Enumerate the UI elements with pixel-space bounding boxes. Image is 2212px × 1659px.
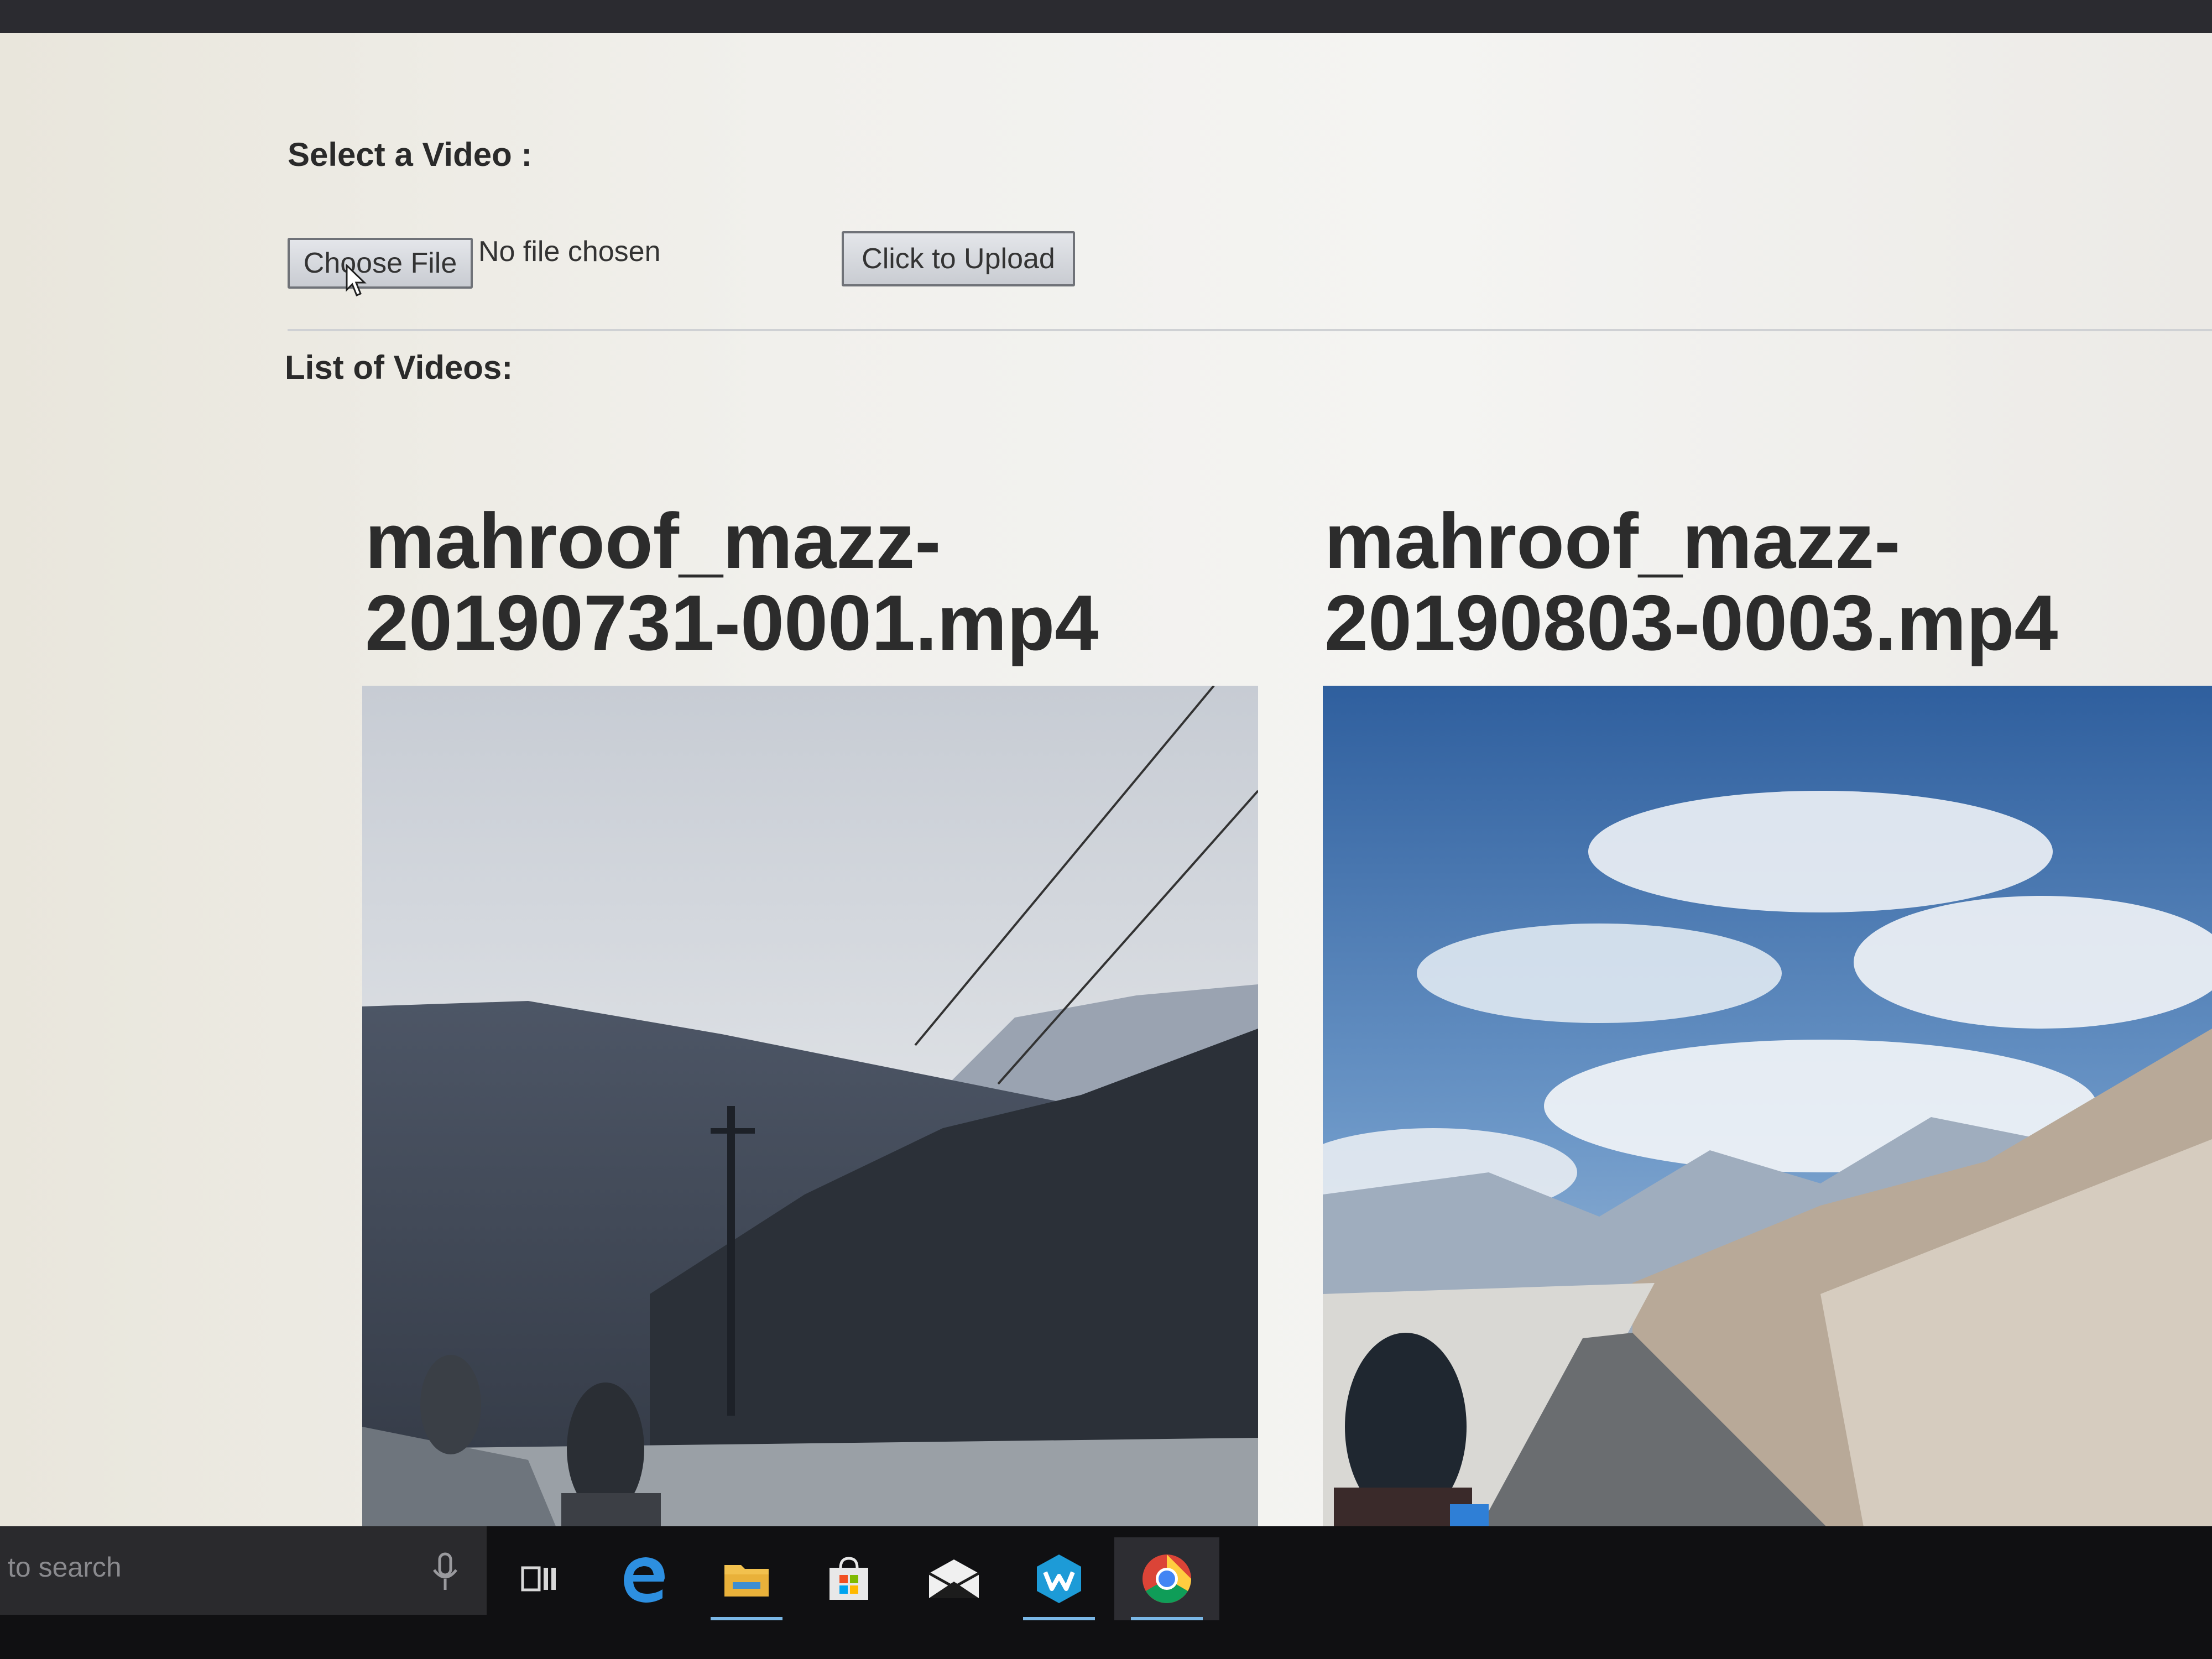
video-player[interactable]	[362, 686, 1258, 1593]
video-player[interactable]	[1323, 686, 2212, 1593]
video-title: mahroof_mazz-20190803-0003.mp4	[1324, 497, 2058, 667]
screen: Select a Video : Choose File No file cho…	[0, 0, 2212, 1659]
task-view-icon[interactable]	[487, 1537, 592, 1620]
no-file-status: No file chosen	[478, 236, 661, 268]
video-thumbnail	[362, 686, 1258, 1593]
video-thumbnail	[1323, 686, 2212, 1593]
microphone-icon[interactable]	[429, 1551, 462, 1593]
wps-icon[interactable]	[1006, 1537, 1112, 1620]
active-indicator	[711, 1617, 782, 1620]
upload-button[interactable]: Click to Upload	[842, 231, 1075, 286]
file-explorer-icon[interactable]	[694, 1537, 799, 1620]
video-title: mahroof_mazz-20190731-0001.mp4	[365, 497, 1099, 667]
edge-icon[interactable]	[592, 1537, 697, 1620]
section-divider	[288, 329, 2212, 331]
web-page: Select a Video : Choose File No file cho…	[0, 33, 2212, 1593]
store-icon[interactable]	[796, 1537, 901, 1620]
mail-icon[interactable]	[901, 1537, 1006, 1620]
active-indicator	[1131, 1617, 1203, 1620]
search-placeholder: to search	[8, 1552, 122, 1583]
choose-file-button[interactable]: Choose File	[288, 238, 473, 289]
chrome-icon[interactable]	[1114, 1537, 1219, 1620]
taskbar-search-box[interactable]: to search	[0, 1526, 487, 1615]
list-of-videos-label: List of Videos:	[285, 349, 513, 386]
mouse-cursor-icon	[346, 264, 367, 296]
active-indicator	[1023, 1617, 1095, 1620]
windows-taskbar: to search	[0, 1526, 2212, 1659]
select-video-label: Select a Video :	[288, 136, 533, 173]
